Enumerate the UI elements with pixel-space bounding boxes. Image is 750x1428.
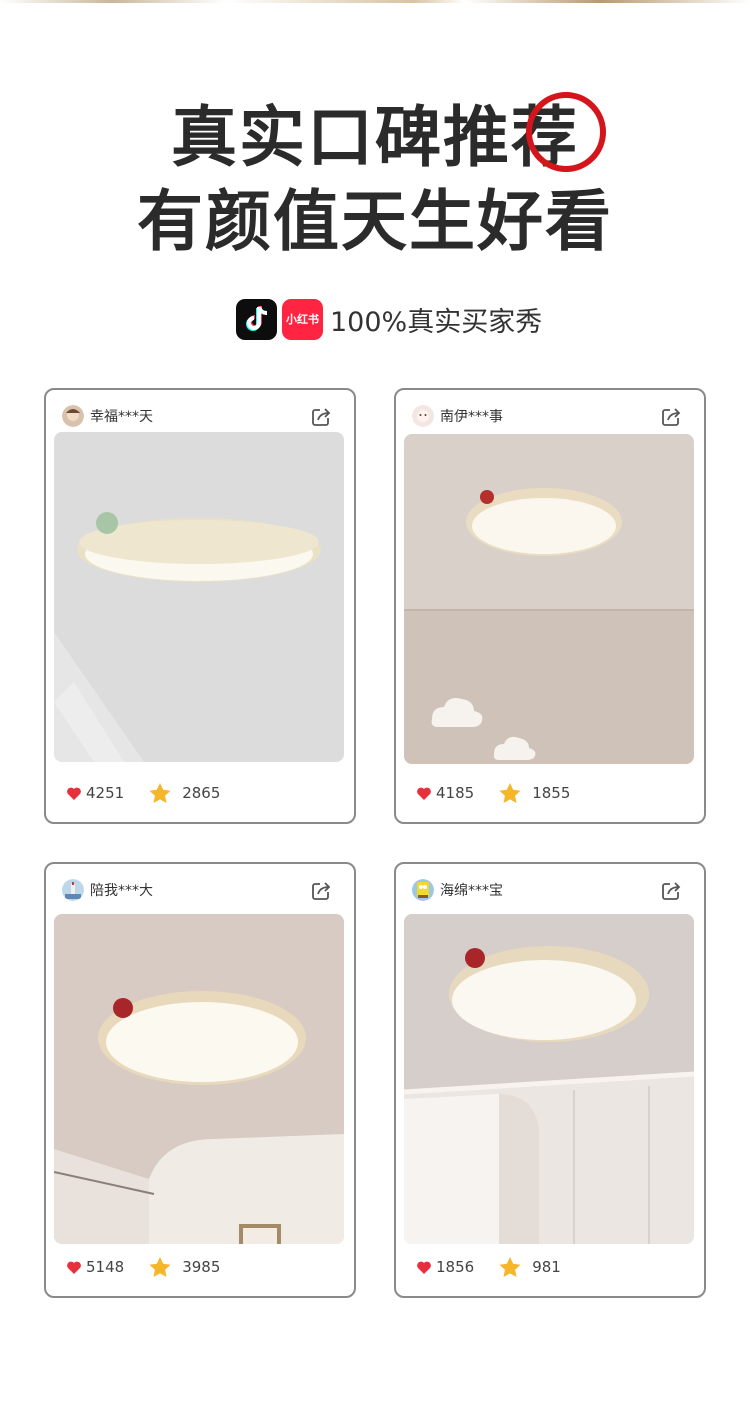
heart-icon[interactable]: [416, 786, 432, 801]
post-header: 陪我***大: [62, 878, 153, 902]
post-card-3[interactable]: 陪我***大 5148 3985: [44, 862, 356, 1298]
username[interactable]: 幸福***天: [90, 406, 153, 426]
avatar[interactable]: [412, 879, 434, 901]
star-icon[interactable]: [498, 782, 522, 804]
share-icon[interactable]: [660, 406, 682, 428]
favorite-count: 981: [532, 1258, 561, 1276]
xiaohongshu-icon: 小红书: [282, 298, 323, 340]
heart-icon[interactable]: [66, 1260, 82, 1275]
post-card-1[interactable]: 幸福***天 4251 2865: [44, 388, 356, 824]
username[interactable]: 南伊***事: [440, 406, 503, 426]
share-icon[interactable]: [660, 880, 682, 902]
post-header: 海绵***宝: [412, 878, 503, 902]
post-header: 南伊***事: [412, 404, 503, 428]
post-stats: 5148 3985: [66, 1256, 220, 1278]
post-photo[interactable]: [404, 434, 694, 764]
username[interactable]: 海绵***宝: [440, 880, 503, 900]
favorite-count: 1855: [532, 784, 571, 802]
post-stats: 4185 1855: [416, 782, 570, 804]
like-count: 5148: [86, 1258, 125, 1276]
tiktok-icon: [236, 298, 277, 340]
share-icon[interactable]: [310, 880, 332, 902]
like-count: 4185: [436, 784, 475, 802]
star-icon[interactable]: [498, 1256, 522, 1278]
post-photo[interactable]: [54, 914, 344, 1244]
heart-icon[interactable]: [416, 1260, 432, 1275]
brand-row: 小红书 100%真实买家秀: [236, 298, 542, 340]
post-photo[interactable]: [404, 914, 694, 1244]
username[interactable]: 陪我***大: [90, 880, 153, 900]
headline-line-1: 真实口碑推荐: [171, 99, 579, 176]
heart-icon[interactable]: [66, 786, 82, 801]
post-photo[interactable]: [54, 432, 344, 762]
post-card-4[interactable]: 海绵***宝 1856 981: [394, 862, 706, 1298]
top-banner-strip: [0, 0, 750, 3]
favorite-count: 3985: [182, 1258, 221, 1276]
share-icon[interactable]: [310, 406, 332, 428]
red-circle-mark: [526, 92, 606, 172]
avatar[interactable]: [412, 405, 434, 427]
post-header: 幸福***天: [62, 404, 153, 428]
favorite-count: 2865: [182, 784, 221, 802]
like-count: 1856: [436, 1258, 475, 1276]
star-icon[interactable]: [148, 1256, 172, 1278]
avatar[interactable]: [62, 879, 84, 901]
star-icon[interactable]: [148, 782, 172, 804]
post-card-2[interactable]: 南伊***事 4185 1855: [394, 388, 706, 824]
brand-caption: 100%真实买家秀: [330, 306, 543, 338]
like-count: 4251: [86, 784, 125, 802]
post-stats: 1856 981: [416, 1256, 561, 1278]
headline-line-2: 有颜值天生好看: [137, 183, 613, 260]
avatar[interactable]: [62, 405, 84, 427]
post-stats: 4251 2865: [66, 782, 220, 804]
